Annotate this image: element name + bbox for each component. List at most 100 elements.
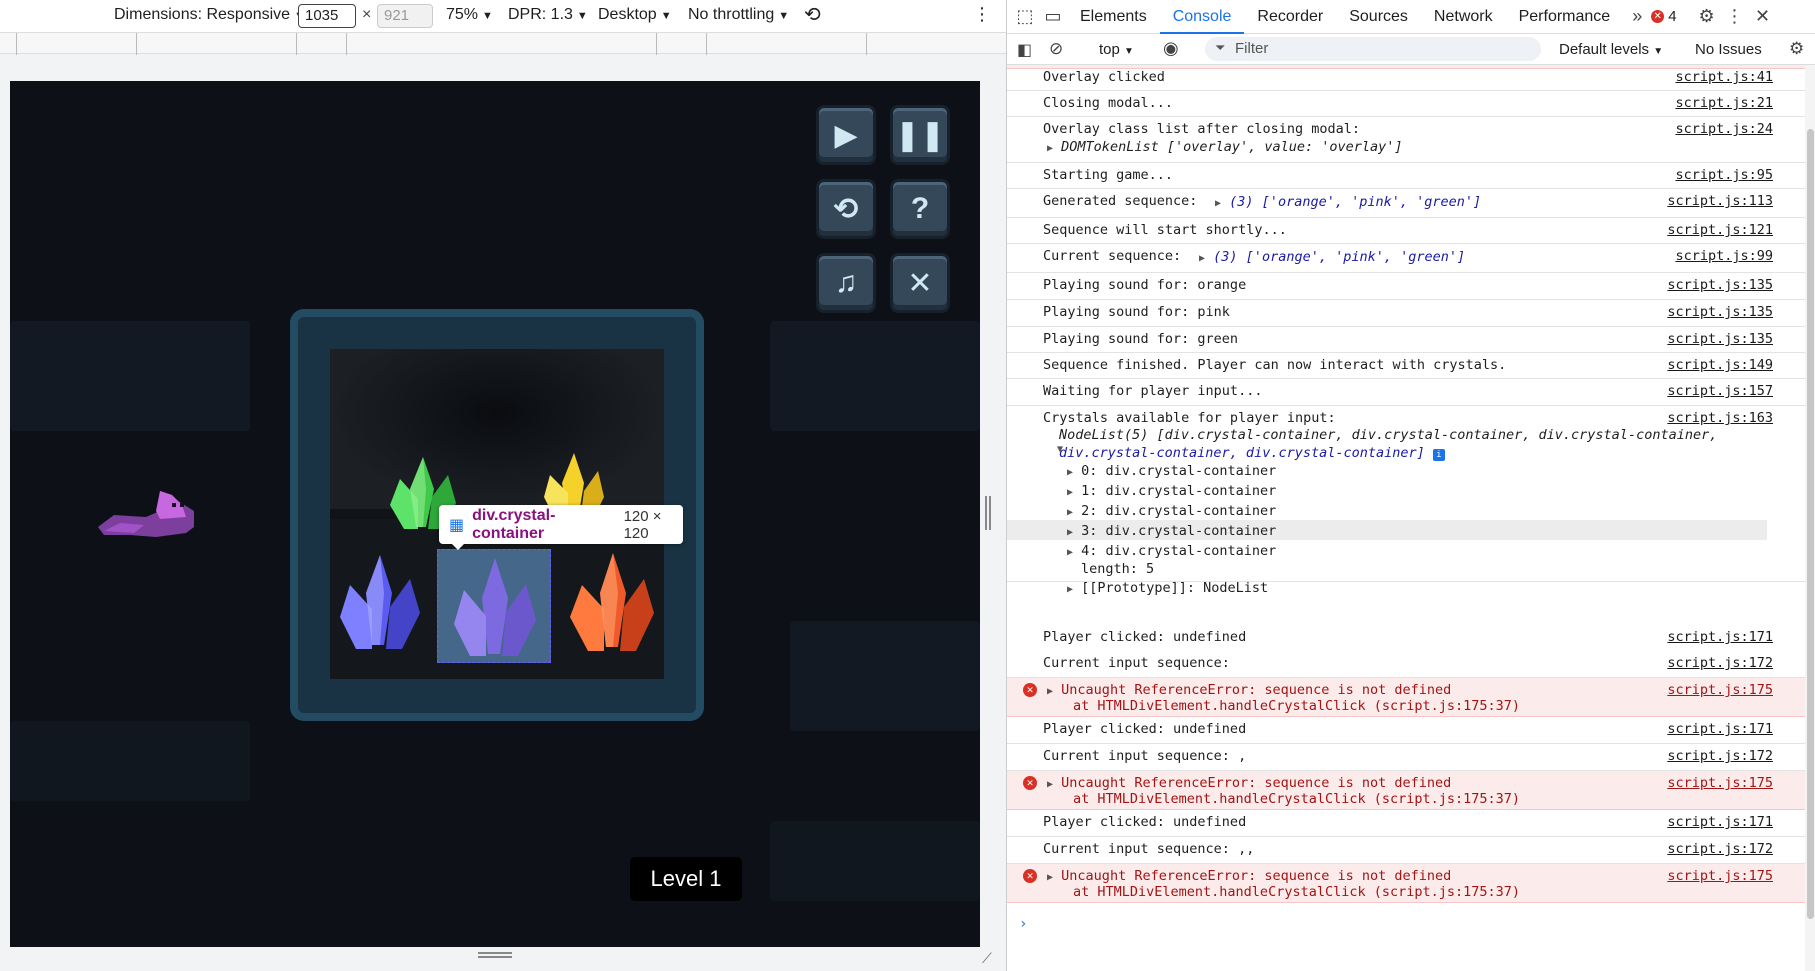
restart-button[interactable]: ⟲ bbox=[816, 179, 876, 239]
more-tabs-icon[interactable]: » bbox=[1623, 6, 1651, 27]
media-query-ruler bbox=[0, 32, 1006, 55]
source-link[interactable]: script.js:135 bbox=[1667, 331, 1773, 347]
inspect-element-icon[interactable]: ⬚ bbox=[1011, 6, 1039, 27]
music-icon: ♫ bbox=[834, 266, 858, 299]
nodelist-prototype[interactable]: ▶ [[Prototype]]: NodeList bbox=[1067, 580, 1268, 596]
nodelist-item[interactable]: ▶ 0: div.crystal-container bbox=[1067, 463, 1276, 479]
nodelist-item[interactable]: ▶ 1: div.crystal-container bbox=[1067, 483, 1276, 499]
restart-icon: ⟲ bbox=[833, 192, 859, 226]
nodelist-header[interactable]: NodeList(5) [div.crystal-container, div.… bbox=[1059, 427, 1717, 443]
console-message: Generated sequence: ▶ (3) ['orange', 'pi… bbox=[1007, 189, 1805, 218]
play-button[interactable]: ▶ bbox=[816, 105, 876, 165]
console-settings-icon[interactable]: ⚙ bbox=[1789, 39, 1804, 59]
close-devtools-icon[interactable]: ✕ bbox=[1749, 6, 1777, 27]
console-log-area: Overlay clicked script.js:41 Closing moda… bbox=[1007, 65, 1805, 971]
source-link[interactable]: script.js:135 bbox=[1667, 277, 1773, 293]
purple-crystal[interactable] bbox=[438, 550, 552, 664]
source-link[interactable]: script.js:21 bbox=[1675, 95, 1773, 111]
source-link[interactable]: script.js:24 bbox=[1675, 121, 1773, 137]
music-button[interactable]: ♫ bbox=[816, 253, 876, 313]
tooltip-size: 120 × 120 bbox=[623, 507, 662, 542]
device-toggle-icon[interactable]: ▭ bbox=[1039, 6, 1067, 27]
zoom-label: 75% bbox=[446, 6, 479, 23]
dpr-label: DPR: 1.3 bbox=[508, 6, 573, 23]
console-message: Overlay class list after closing modal: … bbox=[1007, 117, 1805, 163]
devtools-menu-icon[interactable]: ⋮ bbox=[1721, 6, 1749, 27]
settings-gear-icon[interactable]: ⚙ bbox=[1693, 6, 1721, 27]
highlighted-crystal-container[interactable] bbox=[437, 549, 551, 663]
expandable-object[interactable]: ▶ DOMTokenList ['overlay', value: 'overl… bbox=[1047, 139, 1403, 155]
expandable-array[interactable]: ▶ (3) ['orange', 'pink', 'green'] bbox=[1199, 249, 1465, 265]
source-link[interactable]: script.js:121 bbox=[1667, 222, 1773, 238]
nodelist-length: length: 5 bbox=[1081, 561, 1155, 577]
sidebar-toggle-icon[interactable]: ◧ bbox=[1017, 40, 1032, 60]
pause-button[interactable]: ❚❚ bbox=[890, 105, 950, 165]
nodelist-item[interactable]: ▶ 2: div.crystal-container bbox=[1067, 503, 1276, 519]
source-link[interactable]: script.js:149 bbox=[1667, 357, 1773, 373]
info-icon[interactable]: i bbox=[1432, 449, 1445, 461]
source-link[interactable]: script.js:113 bbox=[1667, 193, 1773, 209]
clear-console-icon[interactable]: ⊘ bbox=[1049, 39, 1063, 59]
help-icon: ? bbox=[910, 192, 930, 225]
tab-sources[interactable]: Sources bbox=[1336, 0, 1421, 34]
log-levels-label: Default levels bbox=[1559, 41, 1650, 58]
horizontal-resize-handle[interactable] bbox=[478, 952, 512, 958]
vertical-resize-handle[interactable] bbox=[985, 496, 991, 530]
console-message: Playing sound for: pink script.js:135 bbox=[1007, 300, 1805, 327]
error-count-badge[interactable]: ✕ 4 bbox=[1651, 8, 1677, 25]
source-link[interactable]: script.js:157 bbox=[1667, 383, 1773, 399]
devtools-tab-bar: ⬚ ▭ Elements Console Recorder Sources Ne… bbox=[1007, 0, 1815, 34]
device-type-label: Desktop bbox=[598, 6, 657, 23]
log-levels-dropdown[interactable]: Default levels ▼ bbox=[1559, 41, 1663, 58]
source-link[interactable]: script.js:41 bbox=[1675, 69, 1773, 85]
console-toolbar: ◧ ⊘ top ▼ ◉ ⏷ Filter Default levels ▼ No… bbox=[1007, 34, 1815, 65]
tab-network[interactable]: Network bbox=[1421, 0, 1506, 34]
orange-crystal[interactable] bbox=[558, 547, 668, 657]
nodelist-item[interactable]: ▶ 4: div.crystal-container bbox=[1067, 543, 1276, 559]
console-filter-input[interactable]: ⏷ Filter bbox=[1205, 37, 1541, 61]
nodelist-item-hovered[interactable]: ▶ 3: div.crystal-container bbox=[1067, 523, 1276, 539]
expandable-array[interactable]: ▶ (3) ['orange', 'pink', 'green'] bbox=[1215, 194, 1481, 210]
level-indicator: Level 1 bbox=[630, 857, 742, 901]
console-message: Overlay clicked script.js:41 bbox=[1007, 65, 1805, 91]
error-count: 4 bbox=[1668, 8, 1677, 25]
wrench-icon: ✕ bbox=[907, 266, 933, 300]
filter-placeholder: Filter bbox=[1235, 40, 1269, 57]
game-viewport: ▶ ❚❚ ⟲ ? ♫ ✕ ▦ div.crystal-container 120… bbox=[10, 81, 980, 947]
tab-elements[interactable]: Elements bbox=[1067, 0, 1160, 34]
scrollbar-thumb[interactable] bbox=[1807, 129, 1814, 919]
console-message bbox=[1007, 625, 1805, 652]
grid-icon: ▦ bbox=[449, 516, 465, 534]
more-options-icon[interactable]: ⋮ bbox=[973, 4, 991, 25]
source-link[interactable]: script.js:99 bbox=[1675, 248, 1773, 264]
corner-resize-icon[interactable]: ⟋ bbox=[982, 950, 992, 967]
zoom-dropdown[interactable]: 75% ▼ bbox=[446, 6, 493, 24]
error-icon: ✕ bbox=[1651, 10, 1665, 23]
help-button[interactable]: ? bbox=[890, 179, 950, 239]
console-scrollbar[interactable] bbox=[1805, 65, 1815, 971]
height-input[interactable]: 921 bbox=[377, 4, 433, 28]
source-link[interactable]: script.js:163 bbox=[1667, 410, 1773, 426]
tab-performance[interactable]: Performance bbox=[1506, 0, 1624, 34]
throttling-label: No throttling bbox=[688, 6, 775, 23]
console-message: Starting game... script.js:95 bbox=[1007, 163, 1805, 189]
context-dropdown[interactable]: top ▼ bbox=[1099, 41, 1134, 58]
devtools-panel: ⬚ ▭ Elements Console Recorder Sources Ne… bbox=[1006, 0, 1815, 971]
console-message: Waiting for player input... script.js:157 bbox=[1007, 379, 1805, 406]
source-link[interactable]: script.js:95 bbox=[1675, 167, 1773, 183]
width-input[interactable]: 1035 bbox=[298, 4, 356, 28]
source-link[interactable]: script.js:135 bbox=[1667, 304, 1773, 320]
rotate-icon[interactable]: ⟲ bbox=[804, 2, 821, 27]
tab-recorder[interactable]: Recorder bbox=[1244, 0, 1336, 34]
dpr-dropdown[interactable]: DPR: 1.3 ▼ bbox=[508, 6, 588, 24]
throttling-dropdown[interactable]: No throttling ▼ bbox=[688, 6, 789, 24]
console-message: Playing sound for: orange script.js:135 bbox=[1007, 273, 1805, 300]
device-type-dropdown[interactable]: Desktop ▼ bbox=[598, 6, 672, 24]
settings-button[interactable]: ✕ bbox=[890, 253, 950, 313]
issues-label[interactable]: No Issues bbox=[1695, 41, 1762, 58]
live-expression-eye-icon[interactable]: ◉ bbox=[1163, 38, 1179, 59]
blue-crystal[interactable] bbox=[330, 549, 430, 659]
dimensions-dropdown[interactable]: Dimensions: Responsive▼ bbox=[114, 6, 305, 24]
tab-console[interactable]: Console bbox=[1159, 0, 1245, 34]
nodelist-header-2: div.crystal-container, div.crystal-conta… bbox=[1059, 445, 1445, 461]
